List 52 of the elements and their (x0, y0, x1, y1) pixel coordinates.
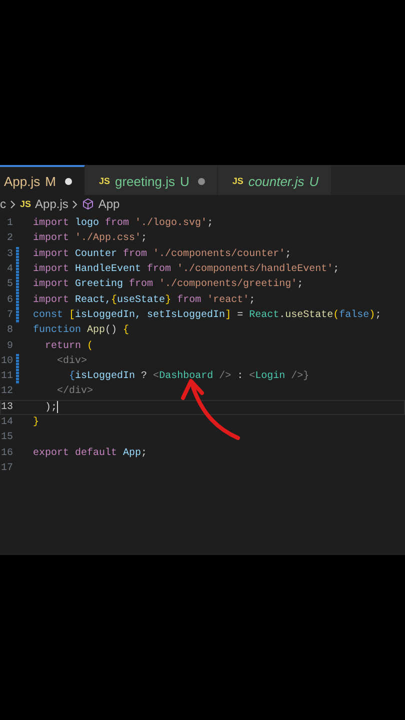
line-number: 13 (0, 402, 13, 413)
line-number: 17 (0, 462, 13, 474)
chevron-icon (10, 200, 16, 208)
line-number: 9 (6, 340, 13, 352)
code-line: import Counter from './components/counter'; (33, 248, 292, 260)
code-line: function App() { (33, 325, 130, 336)
code-line: import logo from './logo.svg'; (33, 218, 214, 230)
tab-label: App.js (4, 174, 40, 188)
js-file-icon: JS (20, 199, 32, 209)
code-line: return ( (44, 340, 94, 352)
code-line: } (33, 417, 40, 428)
line-number: 12 (0, 386, 13, 398)
js-file-icon: JS (232, 176, 244, 186)
code-line: const [isLoggedIn, setIsLoggedIn] = React.useState(false); (33, 310, 382, 321)
arrow-drawing (180, 378, 242, 442)
tab-label: greeting.js (115, 174, 175, 188)
git-status: U (309, 174, 319, 188)
line-number: 15 (0, 432, 13, 444)
git-status: M (45, 174, 56, 188)
code-line: ); (44, 400, 58, 414)
editor-tab[interactable]: JS greeting.js U (84, 165, 218, 195)
code-line: import Greeting from './components/greeting'; (33, 279, 304, 290)
line-number: 16 (0, 448, 13, 459)
code-line: {isLoggedIn ? <Dashboard /> : <Login />} (68, 371, 310, 382)
code-line: import HandleEvent from './components/handleEvent'; (33, 264, 340, 276)
code-line: </div> (56, 386, 94, 398)
line-number: 1 (6, 218, 13, 230)
git-status: U (180, 174, 190, 188)
code-line: export default App; (33, 448, 148, 459)
text-cursor (57, 400, 58, 413)
line-number: 8 (6, 325, 13, 336)
code-line: import React,{useState} from 'react'; (33, 294, 256, 306)
chevron-icon (72, 200, 78, 208)
code-line: <div> (56, 356, 88, 367)
editor-tab[interactable]: JS counter.js U (218, 165, 332, 195)
line-number: 14 (0, 417, 13, 428)
line-number: 7 (6, 310, 13, 321)
line-number: 5 (6, 279, 13, 290)
code-line: import './App.css'; (33, 233, 148, 244)
line-number: 10 (0, 356, 13, 367)
breadcrumb-item[interactable]: App (98, 197, 120, 211)
cube-icon (82, 198, 94, 210)
editor-tab[interactable]: App.js M (0, 165, 85, 195)
line-number: 4 (6, 264, 13, 276)
breadcrumb-item[interactable]: App.js (35, 197, 68, 211)
line-number: 11 (0, 371, 13, 382)
line-number: 2 (6, 233, 13, 244)
js-file-icon: JS (98, 176, 110, 186)
line-number: 6 (6, 294, 13, 306)
tab-label: counter.js (248, 174, 304, 188)
line-number: 3 (6, 248, 13, 260)
breadcrumb-item[interactable]: c (0, 197, 6, 211)
